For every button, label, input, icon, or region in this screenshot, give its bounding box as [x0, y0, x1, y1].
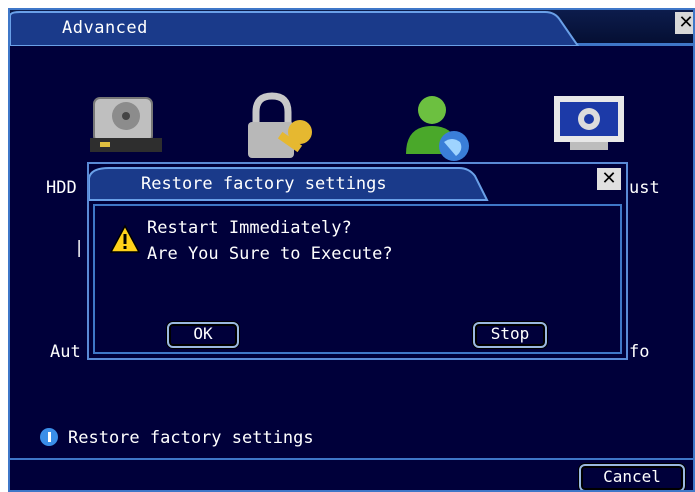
user-globe-icon [406, 96, 469, 161]
hdd-item[interactable] [86, 94, 166, 162]
separator [10, 458, 693, 460]
dialog-message-line2: Are You Sure to Execute? [147, 244, 393, 264]
window-close-button[interactable]: ✕ [675, 12, 693, 34]
window-title: Advanced [62, 18, 148, 38]
auto-label-partial: Aut [50, 342, 81, 362]
pipe-glyph: | [74, 238, 85, 258]
maintain-label-partial: ust [629, 178, 660, 198]
stop-button[interactable]: Stop [473, 322, 547, 348]
status-text: Restore factory settings [68, 428, 314, 448]
info-label-partial: fo [629, 342, 650, 362]
info-icon [40, 428, 58, 446]
lock-key-icon [248, 92, 312, 158]
maintain-item[interactable] [550, 94, 630, 158]
dialog-close-button[interactable]: ✕ [597, 168, 621, 190]
user-item[interactable] [400, 92, 480, 168]
status-line: Restore factory settings [40, 428, 314, 448]
settings-monitor-icon [554, 96, 624, 150]
restore-dialog: Restore factory settings ✕ Restart Immed… [87, 162, 628, 360]
title-bar: Advanced [10, 10, 693, 46]
cancel-button[interactable]: Cancel [579, 464, 685, 490]
dialog-title: Restore factory settings [141, 174, 387, 194]
hdd-icon [90, 97, 162, 152]
dialog-body: Restart Immediately? Are You Sure to Exe… [93, 204, 622, 354]
ok-button[interactable]: OK [167, 322, 239, 348]
warning-icon [109, 224, 141, 253]
hdd-label: HDD [46, 178, 77, 198]
security-item[interactable] [242, 92, 322, 166]
dialog-message-line1: Restart Immediately? [147, 218, 352, 238]
